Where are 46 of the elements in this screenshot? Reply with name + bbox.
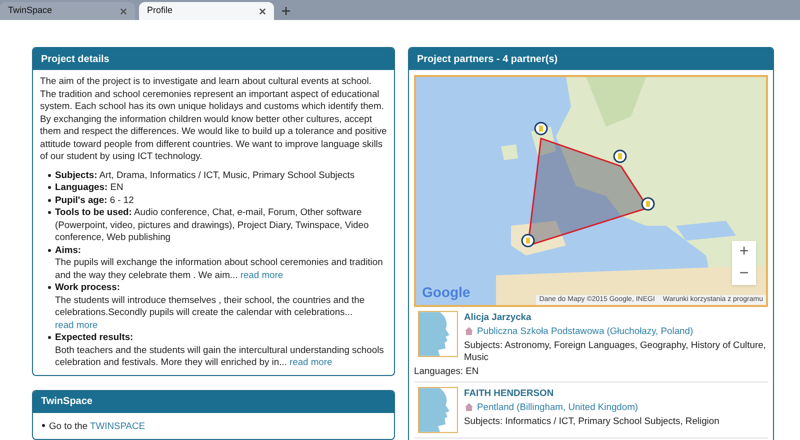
panel-header: Project details [33, 48, 394, 70]
house-icon [464, 326, 474, 336]
bullet-icon [48, 286, 51, 289]
bullet-icon [48, 211, 51, 214]
read-more-link[interactable]: read more [240, 268, 284, 280]
twinspace-text: Go to the TWINSPACE [49, 418, 146, 432]
school-link[interactable]: Pentland (Billingham, United Kingdom) [477, 401, 638, 413]
read-more-link[interactable]: read more [290, 356, 332, 367]
detail-text: Both teachers and the students will gain the intercultural understanding schools celebration and festivals. More they will enriched by in... read more [55, 344, 385, 368]
detail-text: Subjects: Art, Drama, Informatics / ICT, Music, Primary School Subjects [55, 168, 355, 181]
bullet-icon [48, 186, 51, 189]
detail-label: Expected results: [55, 331, 134, 344]
detail-text: Pupil's age: 6 - 12 [55, 194, 134, 206]
read-more-link[interactable]: read more [55, 318, 98, 330]
bullet-icon [48, 248, 51, 252]
partner-subjects: Subjects: Informatics / ICT, Primary School Subjects, Religion [464, 415, 720, 427]
close-icon[interactable] [120, 8, 127, 14]
detail-text: The students will introduce themselves , their school, the countries and the celebrations.Secondly pupils will create the calendar with celebrations... read more [55, 294, 366, 331]
partner-languages: Languages: EN [414, 365, 480, 377]
detail-text: Tools to be used: Audio conference, Chat, e-mail, Forum, Other software (Powerpoint, video, pictures and drawings), Project Diary, Twinspace, Video conference, Web publishing [55, 206, 370, 244]
browser-tab[interactable]: TwinSpace [0, 2, 135, 20]
zoom-out-button[interactable]: − [732, 263, 756, 285]
detail-text: Languages: EN [55, 181, 124, 194]
school-link[interactable]: Publiczna Szkoła Podstawowa (Głuchołazy, Poland) [477, 325, 694, 337]
avatar-silhouette-icon [418, 387, 458, 433]
twinspace-link[interactable]: TWINSPACE [90, 420, 146, 430]
detail-label: Work process: [55, 281, 121, 294]
partner-subjects: Subjects: Astronomy, Foreign Languages, Geography, History of Culture, Music [464, 339, 767, 363]
zoom-in-button[interactable]: + [732, 241, 756, 263]
project-description: The aim of the project is to investigate and learn about cultural events at school. The tradition and school ceremonies represent an important aspect of educational system. Each school has its own unique holidays and customs which identify them. By exchanging the information children would know better other cultures, accept them and respect the differences. We would like to build up a tolerance and positive attitude toward people from different countries. We want to improve language skills of our student by using ICT technology. [40, 75, 387, 162]
panel-header: Project partners - 4 partner(s) [409, 48, 773, 70]
detail-label: Aims: [55, 244, 82, 256]
map-logo: Google [422, 283, 470, 302]
bullet-icon [48, 198, 51, 202]
detail-text: The pupils will exchange the information about school ceremonies and tradition and the way they celebrate them . We aim... read more [55, 256, 384, 281]
close-icon[interactable] [259, 8, 266, 14]
bullet-icon [48, 336, 51, 339]
bullet-icon [48, 174, 51, 176]
partner-name[interactable]: FAITH HENDERSON [464, 387, 720, 399]
browser-tab[interactable]: Profile [139, 2, 274, 20]
partner-name[interactable]: Alicja Jarzycka [464, 311, 768, 323]
avatar-silhouette-icon [418, 311, 458, 357]
house-icon [464, 402, 474, 412]
new-tab-icon[interactable] [282, 7, 290, 15]
panel-header: TwinSpace [33, 390, 394, 412]
bullet-icon [42, 424, 45, 428]
